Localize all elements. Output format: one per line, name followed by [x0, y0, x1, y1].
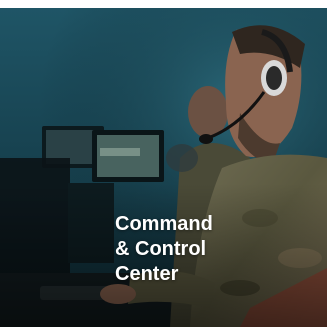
card-title-line-3: Center [115, 263, 179, 285]
card-title-line-2: & Control [115, 238, 207, 260]
feature-card[interactable]: Command & Control Center [0, 0, 327, 327]
card-title-line-1: Command [115, 213, 213, 235]
card-title[interactable]: Command & Control Center [115, 212, 315, 287]
